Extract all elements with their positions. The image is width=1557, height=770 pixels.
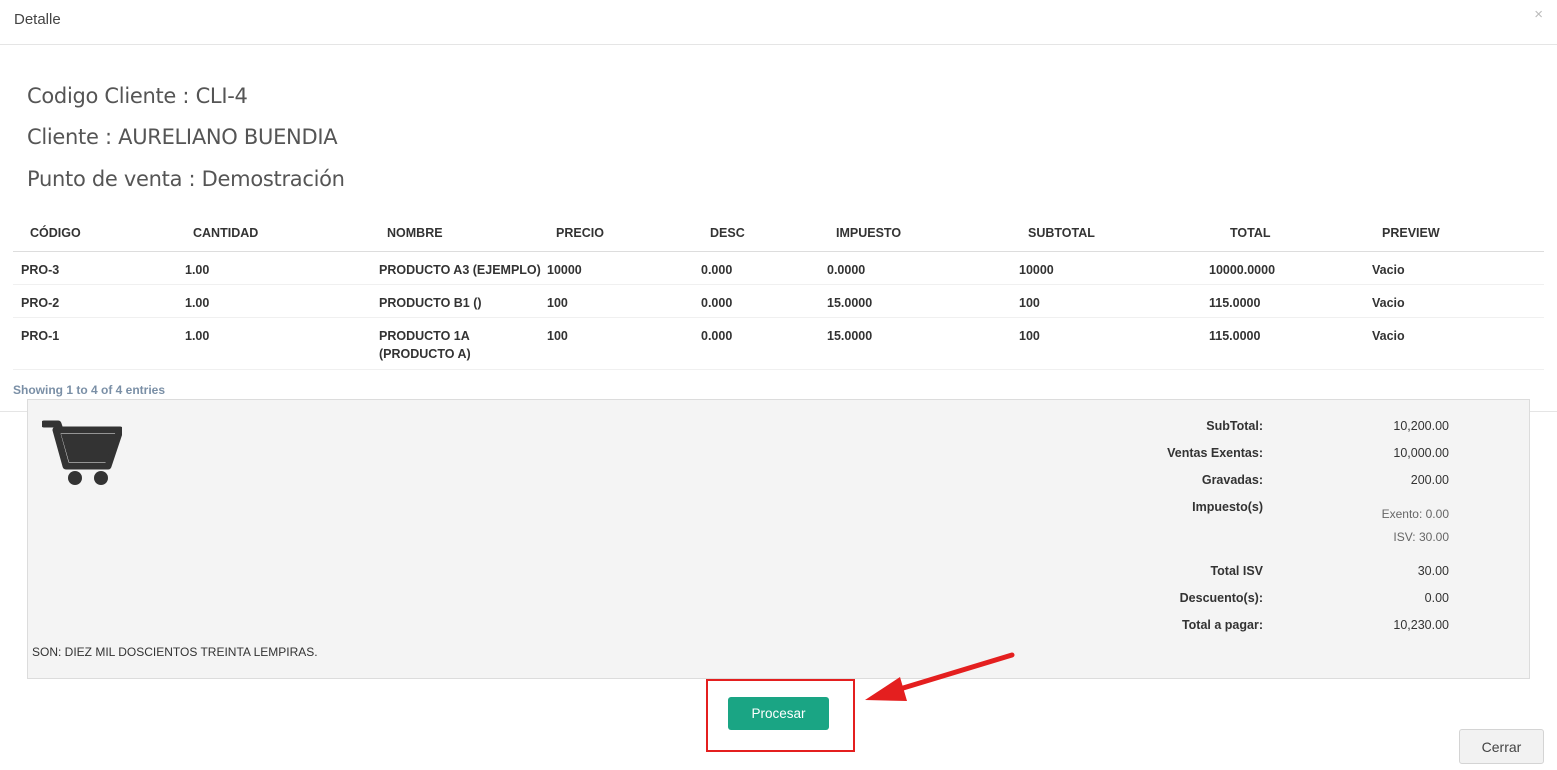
cliente-text: Cliente : AURELIANO BUENDIA [27, 125, 338, 149]
table-row: PRO-1 1.00 PRODUCTO 1A (PRODUCTO A) 100 … [13, 317, 1544, 370]
cell-total: 115.0000 [1209, 317, 1372, 370]
modal-header: Detalle × [0, 0, 1557, 45]
cell-total: 10000.0000 [1209, 251, 1372, 285]
gravadas-value: 200.00 [1410, 473, 1449, 487]
ventas-exentas-value: 10,000.00 [1393, 446, 1449, 460]
col-header-codigo[interactable]: CÓDIGO [13, 216, 177, 252]
cell-preview: Vacio [1372, 317, 1544, 370]
products-table: CÓDIGO CANTIDAD NOMBRE PRECIO DESC IMPUE… [13, 216, 1544, 370]
cell-desc: 0.000 [701, 317, 827, 370]
cell-total: 115.0000 [1209, 284, 1372, 318]
summary-panel: SubTotal: 10,200.00 Ventas Exentas: 10,0… [27, 399, 1530, 679]
cell-preview: Vacio [1372, 251, 1544, 285]
table-header-row: CÓDIGO CANTIDAD NOMBRE PRECIO DESC IMPUE… [13, 216, 1544, 252]
cell-subtotal: 100 [1019, 317, 1209, 370]
cell-desc: 0.000 [701, 284, 827, 318]
total-pagar-label: Total a pagar: [1181, 618, 1263, 632]
col-header-impuesto[interactable]: IMPUESTO [827, 216, 1019, 252]
subtotal-label: SubTotal: [1206, 419, 1263, 433]
total-isv-label: Total ISV [1210, 564, 1263, 578]
cerrar-button[interactable]: Cerrar [1459, 729, 1544, 764]
cell-cantidad: 1.00 [177, 317, 371, 370]
cell-precio: 100 [547, 317, 701, 370]
subtotal-value: 10,200.00 [1393, 419, 1449, 433]
cell-impuesto: 0.0000 [827, 251, 1019, 285]
cell-cantidad: 1.00 [177, 284, 371, 318]
cell-cantidad: 1.00 [177, 251, 371, 285]
total-isv-value: 30.00 [1417, 564, 1449, 578]
col-header-desc[interactable]: DESC [701, 216, 827, 252]
col-header-total[interactable]: TOTAL [1209, 216, 1372, 252]
table-row: PRO-2 1.00 PRODUCTO B1 () 100 0.000 15.0… [13, 284, 1544, 318]
col-header-subtotal[interactable]: SUBTOTAL [1019, 216, 1209, 252]
cell-subtotal: 100 [1019, 284, 1209, 318]
ventas-exentas-label: Ventas Exentas: [1167, 446, 1263, 460]
gravadas-label: Gravadas: [1201, 473, 1263, 487]
total-pagar-value: 10,230.00 [1393, 618, 1449, 632]
cell-impuesto: 15.0000 [827, 317, 1019, 370]
isv-tax-line: ISV: 30.00 [1393, 530, 1449, 544]
close-icon[interactable]: × [1534, 6, 1543, 23]
cell-nombre: PRODUCTO A3 (EJEMPLO) [371, 251, 547, 285]
descuento-value: 0.00 [1424, 591, 1449, 605]
exento-tax-line: Exento: 0.00 [1381, 507, 1449, 521]
amount-in-words: SON: DIEZ MIL DOSCIENTOS TREINTA LEMPIRA… [32, 645, 318, 659]
cell-preview: Vacio [1372, 284, 1544, 318]
cell-codigo: PRO-1 [13, 317, 177, 370]
cell-impuesto: 15.0000 [827, 284, 1019, 318]
cell-codigo: PRO-3 [13, 251, 177, 285]
col-header-cantidad[interactable]: CANTIDAD [177, 216, 371, 252]
table-row: PRO-3 1.00 PRODUCTO A3 (EJEMPLO) 10000 0… [13, 251, 1544, 285]
procesar-button[interactable]: Procesar [728, 697, 829, 730]
cell-subtotal: 10000 [1019, 251, 1209, 285]
cell-nombre: PRODUCTO B1 () [371, 284, 547, 318]
cell-precio: 10000 [547, 251, 701, 285]
codigo-cliente-text: Codigo Cliente : CLI-4 [27, 84, 248, 108]
cell-desc: 0.000 [701, 251, 827, 285]
impuestos-label: Impuesto(s) [1192, 500, 1263, 514]
cell-precio: 100 [547, 284, 701, 318]
shopping-cart-icon [42, 420, 122, 485]
punto-venta-text: Punto de venta : Demostración [27, 167, 345, 191]
col-header-nombre[interactable]: NOMBRE [371, 216, 547, 252]
descuento-label: Descuento(s): [1179, 591, 1263, 605]
annotation-arrow-icon [865, 652, 1015, 701]
cell-codigo: PRO-2 [13, 284, 177, 318]
entries-info: Showing 1 to 4 of 4 entries [13, 383, 166, 397]
col-header-precio[interactable]: PRECIO [547, 216, 701, 252]
cell-nombre: PRODUCTO 1A (PRODUCTO A) [371, 317, 547, 370]
modal-title: Detalle [14, 11, 61, 28]
col-header-preview[interactable]: PREVIEW [1372, 216, 1544, 252]
